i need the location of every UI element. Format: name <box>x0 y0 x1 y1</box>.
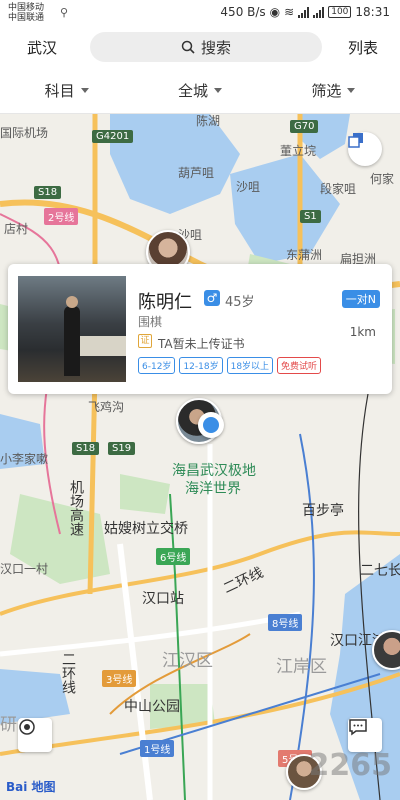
metro-tag-line3: 3号线 <box>102 670 137 687</box>
signal-icon <box>298 6 310 18</box>
search-input[interactable]: 搜索 <box>90 32 322 62</box>
metro-tag-line1: 1号线 <box>140 740 175 757</box>
photo-person <box>64 306 80 376</box>
map-label-erqi: 二七长 <box>360 563 400 579</box>
map-label-xiaoli: 小李家嗽 <box>0 452 49 466</box>
chat-button[interactable] <box>348 718 382 752</box>
teacher-card[interactable]: 陈明仁 ♂ 45岁 一对N 围棋 1km 证 TA暂未上传证书 6-12岁 12… <box>8 264 392 394</box>
carrier-2: 中国联通 <box>8 13 45 23</box>
chat-icon <box>349 719 367 736</box>
watermark: 2265 <box>308 748 393 783</box>
map-label-baibuting: 百步亭 <box>302 503 344 519</box>
road-tag-s19: S19 <box>108 442 136 455</box>
map-view[interactable]: 国际机场 陈湖 董立垸 何家 葫芦咀 沙咀 段家咀 沙咀 店村 东蒲洲 扁担洲 … <box>0 114 400 800</box>
map-label-hankou-station: 汉口站 <box>142 591 184 607</box>
map-label-haichang2: 海洋世界 <box>185 481 241 497</box>
teacher-name: 陈明仁 <box>138 292 192 313</box>
my-location-marker <box>198 412 224 438</box>
age-tag: 18岁以上 <box>226 357 274 374</box>
search-placeholder: 搜索 <box>200 38 231 57</box>
list-button[interactable]: 列表 <box>348 37 378 58</box>
certificate-icon: 证 <box>138 334 152 348</box>
locate-icon <box>19 719 35 735</box>
status-indicators: 450 B/s ◉ ≋ 100 18:31 <box>220 5 390 19</box>
gender-male-icon: ♂ <box>204 290 220 306</box>
class-type-badge: 一对N <box>341 290 380 308</box>
teacher-age: 45岁 <box>225 295 255 310</box>
road-tag-g4201: G4201 <box>92 130 134 143</box>
teacher-distance: 1km <box>349 325 376 339</box>
search-icon <box>181 40 195 54</box>
city-selector[interactable]: 武汉 <box>27 37 57 58</box>
caret-down-icon <box>80 88 89 93</box>
age-tag: 6-12岁 <box>138 357 176 374</box>
map-label-haichang: 海昌武汉极地 <box>172 463 256 479</box>
filter-subject[interactable]: 科目 <box>0 68 133 113</box>
map-label-erhuan2: 二环线 <box>60 652 76 694</box>
filter-area-label: 全城 <box>177 82 208 100</box>
metro-tag-line8: 8号线 <box>268 614 303 631</box>
road-tag-s18: S18 <box>34 186 62 199</box>
filter-more[interactable]: 筛选 <box>267 68 400 113</box>
search-header: 武汉 搜索 列表 <box>0 26 400 68</box>
usb-icon: ⚲ <box>60 6 69 19</box>
road-tag-g70: G70 <box>290 120 319 133</box>
status-bar: 中国移动 中国联通 ⚲ 450 B/s ◉ ≋ 100 18:31 <box>0 0 400 26</box>
locate-button[interactable] <box>18 718 52 752</box>
photo-head <box>66 296 78 308</box>
map-label-chenhu: 陈湖 <box>196 114 221 128</box>
signal-icon-2 <box>313 6 325 18</box>
metro-tag-line2: 2号线 <box>44 208 79 225</box>
caret-down-icon <box>214 88 222 93</box>
clock: 18:31 <box>355 5 390 19</box>
map-label-airport: 国际机场 <box>0 126 49 140</box>
teacher-photo <box>18 276 126 382</box>
baidu-map-logo: Bai 地图 <box>6 780 56 794</box>
caret-down-icon <box>347 88 356 93</box>
map-label-hejia: 何家 <box>370 172 395 186</box>
filter-more-label: 筛选 <box>311 82 342 100</box>
map-label-gusaoshu: 姑嫂树立交桥 <box>104 521 188 537</box>
map-label-yicun: 汉口一村 <box>0 562 49 576</box>
map-label-dongpuzhou: 东蒲洲 <box>286 248 323 262</box>
age-tag: 12-18岁 <box>179 357 223 374</box>
eye-icon: ◉ <box>269 5 281 19</box>
carrier-1: 中国移动 <box>8 3 45 13</box>
map-label-diandian: 店村 <box>4 222 29 236</box>
map-label-jianghan: 江汉区 <box>162 651 213 671</box>
map-label-feiji: 飞鸡沟 <box>88 400 125 414</box>
free-trial-tag: 免费试听 <box>277 357 322 374</box>
photo-table <box>78 336 126 356</box>
teacher-subject: 围棋 <box>138 315 163 329</box>
map-label-jiangan: 江岸区 <box>276 657 327 677</box>
certificate-status: TA暂未上传证书 <box>158 337 245 351</box>
layers-icon <box>348 133 363 148</box>
carrier-info: 中国移动 中国联通 <box>8 3 44 23</box>
metro-tag-line6: 6号线 <box>156 548 191 565</box>
map-label-dongli: 董立垸 <box>280 144 317 158</box>
map-label-zhongshan: 中山公园 <box>124 699 180 715</box>
filter-subject-label: 科目 <box>44 82 75 100</box>
map-label-duanjiaju: 段家咀 <box>320 182 357 196</box>
layer-switch-button[interactable] <box>348 132 382 166</box>
filter-bar: 科目 全城 筛选 <box>0 68 400 114</box>
map-label-airport-expressway: 机场高速 <box>68 480 84 536</box>
road-tag-s1: S1 <box>300 210 321 223</box>
battery-icon: 100 <box>328 6 352 18</box>
wifi-icon: ≋ <box>284 5 295 19</box>
map-label-hulu: 葫芦咀 <box>178 166 215 180</box>
net-speed: 450 B/s <box>220 5 266 19</box>
road-tag-s18b: S18 <box>72 442 100 455</box>
age-tags: 6-12岁 12-18岁 18岁以上 免费试听 <box>138 357 322 374</box>
map-label-shaju: 沙咀 <box>236 180 261 194</box>
filter-area[interactable]: 全城 <box>133 68 266 113</box>
map-label-yan: 研 <box>0 715 17 735</box>
